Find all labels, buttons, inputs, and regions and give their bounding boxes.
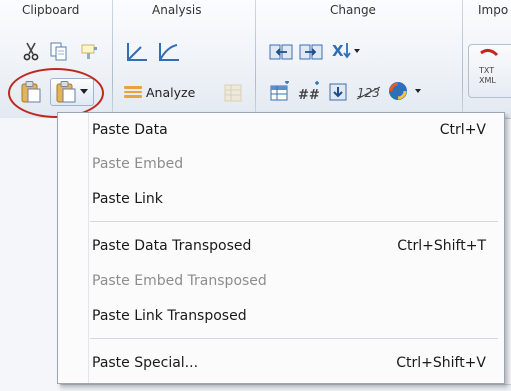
format-painter-icon[interactable] [78,40,100,62]
group-title-import: Impo [478,3,509,17]
analyze-label: Analyze [146,84,196,100]
menu-item-paste-embed: Paste Embed [92,151,486,177]
analysis-table-icon[interactable] [222,82,244,104]
svg-text:X: X [332,42,344,60]
menu-item-label: Paste Embed Transposed [92,273,267,289]
ribbon: Clipboard Analysis Change Impo Analyze X… [0,0,511,119]
menu-item-paste-link-transposed[interactable]: Paste Link Transposed [92,303,486,329]
menu-item-paste-link[interactable]: Paste Link [92,186,486,212]
menu-item-label: Paste Link Transposed [92,308,247,324]
menu-item-label: Paste Embed [92,156,184,172]
insert-table-icon[interactable] [268,80,292,104]
analysis-curve-icon[interactable] [156,40,182,64]
highlight-ring [8,68,104,118]
group-title-analysis: Analysis [152,3,202,17]
transform-dropdown-icon[interactable] [386,78,426,104]
menu-item-shortcut: Ctrl+V [439,122,486,138]
analyze-icon [124,86,142,99]
svg-text:XML: XML [479,76,496,85]
import-txt-xml-icon[interactable]: TXT XML [468,44,511,98]
menu-item-label: Paste Data Transposed [92,238,252,254]
cut-icon[interactable] [20,40,42,62]
menu-item-paste-data-transposed[interactable]: Paste Data Transposed Ctrl+Shift+T [92,233,486,259]
group-separator [255,0,256,118]
group-title-clipboard: Clipboard [22,3,80,17]
svg-text:##: ## [298,88,320,103]
menu-item-paste-special[interactable]: Paste Special... Ctrl+Shift+V [92,350,486,376]
group-separator [462,0,463,118]
worksheet-background [0,118,57,390]
group-title-change: Change [330,3,376,17]
move-columns-left-icon[interactable] [268,40,294,64]
copy-icon[interactable] [48,40,70,62]
analyze-button[interactable]: Analyze [124,82,195,102]
paste-dropdown-menu: Paste Data Ctrl+V Paste Embed Paste Link… [57,112,505,384]
svg-text:TXT: TXT [478,66,494,75]
menu-separator [90,221,498,222]
menu-item-label: Paste Special... [92,355,199,371]
analysis-chart-icon[interactable] [124,40,150,64]
sort-dropdown-icon[interactable]: X [330,38,364,64]
menu-item-shortcut: Ctrl+Shift+T [397,238,486,254]
move-down-icon[interactable] [326,80,350,104]
menu-item-paste-data[interactable]: Paste Data Ctrl+V [92,117,486,143]
menu-item-shortcut: Ctrl+Shift+V [396,355,486,371]
menu-item-label: Paste Link [92,191,163,207]
number-format-icon[interactable]: ## [296,80,322,104]
menu-item-paste-embed-transposed: Paste Embed Transposed [92,268,486,294]
move-columns-right-icon[interactable] [298,40,324,64]
numbering-icon[interactable]: 123 [356,80,382,104]
group-separator [112,0,113,118]
menu-gutter [88,113,89,383]
menu-separator [90,338,498,339]
menu-item-label: Paste Data [92,122,168,138]
